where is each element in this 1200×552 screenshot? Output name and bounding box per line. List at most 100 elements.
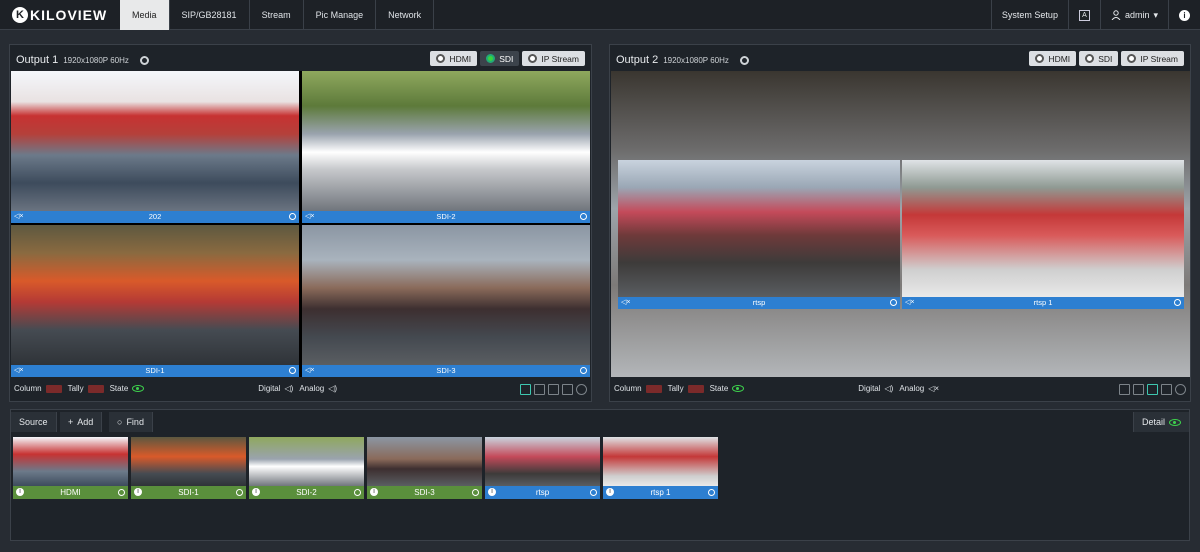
- source-thumbnails: i HDMI i SDI-1 i SDI-2 i SDI-3 i rtsp i rtsp 1: [13, 437, 718, 499]
- ip-stream-source-button[interactable]: IP Stream: [1121, 51, 1184, 66]
- source-thumb[interactable]: i HDMI: [13, 437, 128, 499]
- preview-cell[interactable]: ◁× SDI-3: [302, 225, 590, 377]
- info-icon[interactable]: i: [16, 488, 24, 496]
- layout-split-icon[interactable]: [534, 384, 545, 395]
- tally-label: Tally: [67, 384, 84, 393]
- hdmi-source-button[interactable]: HDMI: [430, 51, 478, 66]
- settings-icon[interactable]: [472, 489, 479, 496]
- plus-icon: +: [68, 417, 74, 427]
- sdi-source-button[interactable]: SDI: [1079, 51, 1119, 66]
- logo-text: KILOVIEW: [30, 7, 108, 23]
- preview-cell[interactable]: ◁× SDI-2: [302, 71, 590, 223]
- more-icon[interactable]: [576, 384, 587, 395]
- speaker-icon: ◁×: [305, 367, 315, 374]
- layout-single-icon[interactable]: [520, 384, 531, 395]
- eye-icon[interactable]: [732, 385, 745, 392]
- source-panel: Source + Add ○ Find Detail i HDMI i SDI-1 i S…: [10, 409, 1190, 541]
- find-button[interactable]: ○ Find: [109, 412, 153, 432]
- digital-audio-control[interactable]: Digital ◁): [858, 384, 893, 393]
- settings-icon[interactable]: [236, 489, 243, 496]
- tally-control[interactable]: Tally: [668, 384, 704, 393]
- layout-pip-icon[interactable]: [562, 384, 573, 395]
- settings-icon[interactable]: [590, 489, 597, 496]
- layout-quad-icon[interactable]: [548, 384, 559, 395]
- digital-label: Digital: [858, 384, 881, 393]
- radio-icon: [528, 54, 538, 63]
- language-button[interactable]: A: [1067, 0, 1100, 30]
- settings-icon[interactable]: [580, 367, 587, 374]
- column-toggle[interactable]: [45, 384, 62, 393]
- tab-stream[interactable]: Stream: [250, 0, 304, 30]
- settings-icon[interactable]: [354, 489, 361, 496]
- settings-icon[interactable]: [289, 213, 296, 220]
- video-frame: [618, 160, 900, 297]
- video-frame: [367, 437, 482, 486]
- tab-media[interactable]: Media: [120, 0, 170, 30]
- digital-audio-control[interactable]: Digital ◁): [258, 384, 293, 393]
- gear-icon[interactable]: [139, 55, 149, 65]
- source-thumb[interactable]: i SDI-3: [367, 437, 482, 499]
- add-button[interactable]: + Add: [60, 412, 103, 432]
- preview-cell[interactable]: ◁× SDI-1: [11, 225, 299, 377]
- settings-icon[interactable]: [708, 489, 715, 496]
- preview-cell[interactable]: ◁× rtsp: [618, 160, 900, 309]
- analog-audio-control[interactable]: Analog ◁): [299, 384, 337, 393]
- layout-nine-icon[interactable]: [1161, 384, 1172, 395]
- info-icon[interactable]: i: [370, 488, 378, 496]
- tab-pic-manage[interactable]: Pic Manage: [304, 0, 377, 30]
- system-setup-button[interactable]: System Setup: [990, 0, 1068, 30]
- tally-label: Tally: [667, 384, 684, 393]
- source-thumb[interactable]: i SDI-1: [131, 437, 246, 499]
- info-icon[interactable]: i: [606, 488, 614, 496]
- ip-stream-label: IP Stream: [1140, 53, 1178, 64]
- analog-audio-control[interactable]: Analog ◁×: [899, 384, 939, 393]
- state-control[interactable]: State: [110, 384, 145, 393]
- tally-control[interactable]: Tally: [68, 384, 104, 393]
- layout-split-icon[interactable]: [1133, 384, 1144, 395]
- settings-icon[interactable]: [890, 299, 897, 306]
- tab-sip[interactable]: SIP/GB28181: [170, 0, 250, 30]
- main-nav: Media SIP/GB28181 Stream Pic Manage Netw…: [120, 0, 435, 30]
- user-menu[interactable]: admin ▾: [1099, 0, 1168, 30]
- thumb-label: rtsp 1: [650, 488, 671, 497]
- source-thumb[interactable]: i rtsp 1: [603, 437, 718, 499]
- ip-stream-label: IP Stream: [541, 53, 579, 64]
- info-icon[interactable]: i: [488, 488, 496, 496]
- cell-label: rtsp: [752, 298, 766, 307]
- info-button[interactable]: i: [1168, 0, 1200, 30]
- settings-icon[interactable]: [289, 367, 296, 374]
- sdi-label: SDI: [1098, 53, 1113, 64]
- preview-cell[interactable]: ◁× rtsp 1: [902, 160, 1184, 309]
- source-thumb[interactable]: i rtsp: [485, 437, 600, 499]
- tally-toggle[interactable]: [87, 384, 104, 393]
- more-icon[interactable]: [1175, 384, 1186, 395]
- hdmi-source-button[interactable]: HDMI: [1029, 51, 1077, 66]
- video-frame: [603, 437, 718, 486]
- tally-toggle[interactable]: [687, 384, 704, 393]
- info-icon[interactable]: i: [134, 488, 142, 496]
- detail-toggle[interactable]: Detail: [1132, 412, 1189, 432]
- speaker-icon: ◁×: [14, 213, 24, 220]
- ip-stream-source-button[interactable]: IP Stream: [522, 51, 585, 66]
- eye-icon[interactable]: [132, 385, 145, 392]
- settings-icon[interactable]: [1174, 299, 1181, 306]
- column-control[interactable]: Column: [614, 384, 662, 393]
- preview-cell[interactable]: ◁× 202: [11, 71, 299, 223]
- settings-icon[interactable]: [580, 213, 587, 220]
- source-thumb[interactable]: i SDI-2: [249, 437, 364, 499]
- source-tab[interactable]: Source: [11, 412, 57, 432]
- thumb-label: SDI-3: [414, 488, 435, 497]
- hdmi-label: HDMI: [1048, 53, 1071, 64]
- radio-icon: [436, 54, 446, 63]
- column-toggle[interactable]: [645, 384, 662, 393]
- state-control[interactable]: State: [710, 384, 745, 393]
- column-control[interactable]: Column: [14, 384, 62, 393]
- settings-icon[interactable]: [118, 489, 125, 496]
- output-1-preview: ◁× 202 ◁× SDI-2 ◁× SDI-1 ◁× SDI-3: [11, 71, 590, 377]
- info-icon[interactable]: i: [252, 488, 260, 496]
- sdi-source-button[interactable]: SDI: [480, 51, 520, 66]
- gear-icon[interactable]: [739, 55, 749, 65]
- layout-quad-icon[interactable]: [1147, 384, 1158, 395]
- layout-single-icon[interactable]: [1119, 384, 1130, 395]
- tab-network[interactable]: Network: [376, 0, 435, 30]
